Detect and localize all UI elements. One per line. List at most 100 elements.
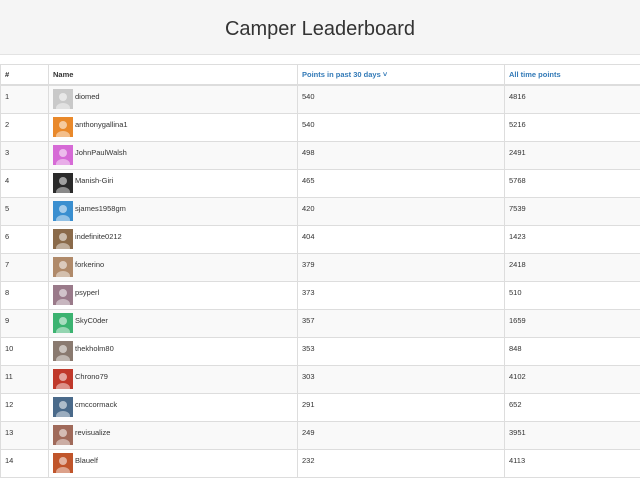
camper-username[interactable]: sjames1958gm <box>75 204 126 213</box>
name-cell: Chrono79 <box>48 364 298 394</box>
sort-recent-points-header[interactable]: Points in past 30 days ˅ <box>297 64 505 86</box>
camper-username[interactable]: JohnPaulWalsh <box>75 148 127 157</box>
camper: Chrono79 <box>53 368 293 389</box>
name-cell: cmccormack <box>48 392 298 422</box>
camper-username[interactable]: SkyC0der <box>75 316 108 325</box>
avatar-revisualize[interactable] <box>53 424 73 445</box>
name-cell: forkerino <box>48 252 298 282</box>
alltime-points-cell: 4113 <box>504 448 640 478</box>
camper: sjames1958gm <box>53 200 293 221</box>
alltime-points-cell: 1423 <box>504 224 640 254</box>
table-row: 6 indefinite0212 404 1423 <box>0 224 640 254</box>
camper-username[interactable]: forkerino <box>75 260 104 269</box>
recent-points-cell: 379 <box>297 252 505 282</box>
recent-points-cell: 357 <box>297 308 505 338</box>
camper: JohnPaulWalsh <box>53 144 293 165</box>
name-cell: thekholm80 <box>48 336 298 366</box>
table-row: 14 Blauelf 232 4113 <box>0 448 640 478</box>
table-row: 8 psyperl 373 510 <box>0 280 640 310</box>
page-header: Camper Leaderboard <box>0 0 640 55</box>
avatar-psyperl[interactable] <box>53 284 73 305</box>
avatar-sjames1958gm[interactable] <box>53 200 73 221</box>
recent-points-cell: 540 <box>297 112 505 142</box>
camper-username[interactable]: diomed <box>75 92 100 101</box>
table-row: 13 revisualize 249 3951 <box>0 420 640 450</box>
rank-cell: 14 <box>0 448 49 478</box>
camper-username[interactable]: thekholm80 <box>75 344 114 353</box>
alltime-points-cell: 3951 <box>504 420 640 450</box>
alltime-points-cell: 652 <box>504 392 640 422</box>
recent-points-cell: 291 <box>297 392 505 422</box>
rank-cell: 9 <box>0 308 49 338</box>
camper-username[interactable]: revisualize <box>75 428 110 437</box>
camper: psyperl <box>53 284 293 305</box>
sort-alltime-points-header[interactable]: All time points <box>504 64 640 86</box>
name-cell: revisualize <box>48 420 298 450</box>
recent-points-cell: 465 <box>297 168 505 198</box>
avatar-skyc0der[interactable] <box>53 312 73 333</box>
table-row: 12 cmccormack 291 652 <box>0 392 640 422</box>
name-column-header: Name <box>48 64 298 86</box>
recent-points-cell: 373 <box>297 280 505 310</box>
avatar-diomed[interactable] <box>53 89 73 109</box>
camper-username[interactable]: psyperl <box>75 288 99 297</box>
name-cell: Manish-Giri <box>48 168 298 198</box>
camper-username[interactable]: Manish-Giri <box>75 176 113 185</box>
avatar-blauelf[interactable] <box>53 452 73 473</box>
camper: SkyC0der <box>53 312 293 333</box>
recent-points-cell: 540 <box>297 84 505 114</box>
name-cell: diomed <box>48 84 298 114</box>
camper: Manish-Giri <box>53 172 293 193</box>
rank-cell: 3 <box>0 140 49 170</box>
alltime-points-cell: 4816 <box>504 84 640 114</box>
alltime-points-cell: 7539 <box>504 196 640 226</box>
camper: thekholm80 <box>53 340 293 361</box>
rank-cell: 10 <box>0 336 49 366</box>
table-row: 7 forkerino 379 2418 <box>0 252 640 282</box>
camper: cmccormack <box>53 396 293 417</box>
name-cell: SkyC0der <box>48 308 298 338</box>
recent-points-cell: 498 <box>297 140 505 170</box>
recent-points-cell: 232 <box>297 448 505 478</box>
camper: Blauelf <box>53 452 293 473</box>
rank-cell: 6 <box>0 224 49 254</box>
camper: revisualize <box>53 424 293 445</box>
recent-points-cell: 249 <box>297 420 505 450</box>
camper-username[interactable]: indefinite0212 <box>75 232 122 241</box>
camper-username[interactable]: Chrono79 <box>75 372 108 381</box>
rank-cell: 13 <box>0 420 49 450</box>
avatar-forkerino[interactable] <box>53 256 73 277</box>
camper-username[interactable]: Blauelf <box>75 456 98 465</box>
rank-cell: 8 <box>0 280 49 310</box>
alltime-points-cell: 510 <box>504 280 640 310</box>
camper: anthonygallina1 <box>53 116 293 137</box>
name-cell: indefinite0212 <box>48 224 298 254</box>
avatar-cmccormack[interactable] <box>53 396 73 417</box>
rank-cell: 2 <box>0 112 49 142</box>
rank-cell: 5 <box>0 196 49 226</box>
recent-points-cell: 303 <box>297 364 505 394</box>
table-header-row: # Name Points in past 30 days ˅ All time… <box>0 64 640 86</box>
alltime-points-cell: 848 <box>504 336 640 366</box>
avatar-thekholm80[interactable] <box>53 340 73 361</box>
name-cell: anthonygallina1 <box>48 112 298 142</box>
leaderboard-table: # Name Points in past 30 days ˅ All time… <box>0 64 640 478</box>
avatar-johnpaulwalsh[interactable] <box>53 144 73 165</box>
leaderboard-body: 1 diomed 540 4816 2 anthonygallina1 540 5216 3 Jo… <box>0 84 640 478</box>
camper: forkerino <box>53 256 293 277</box>
table-row: 1 diomed 540 4816 <box>0 84 640 114</box>
table-row: 4 Manish-Giri 465 5768 <box>0 168 640 198</box>
recent-points-cell: 404 <box>297 224 505 254</box>
avatar-indefinite0212[interactable] <box>53 228 73 249</box>
recent-points-cell: 420 <box>297 196 505 226</box>
camper-username[interactable]: anthonygallina1 <box>75 120 128 129</box>
alltime-points-cell: 4102 <box>504 364 640 394</box>
name-cell: Blauelf <box>48 448 298 478</box>
recent-points-cell: 353 <box>297 336 505 366</box>
rank-column-header: # <box>0 64 49 86</box>
avatar-manish-giri[interactable] <box>53 172 73 193</box>
camper-username[interactable]: cmccormack <box>75 400 117 409</box>
avatar-chrono79[interactable] <box>53 368 73 389</box>
rank-cell: 7 <box>0 252 49 282</box>
avatar-anthonygallina1[interactable] <box>53 116 73 137</box>
